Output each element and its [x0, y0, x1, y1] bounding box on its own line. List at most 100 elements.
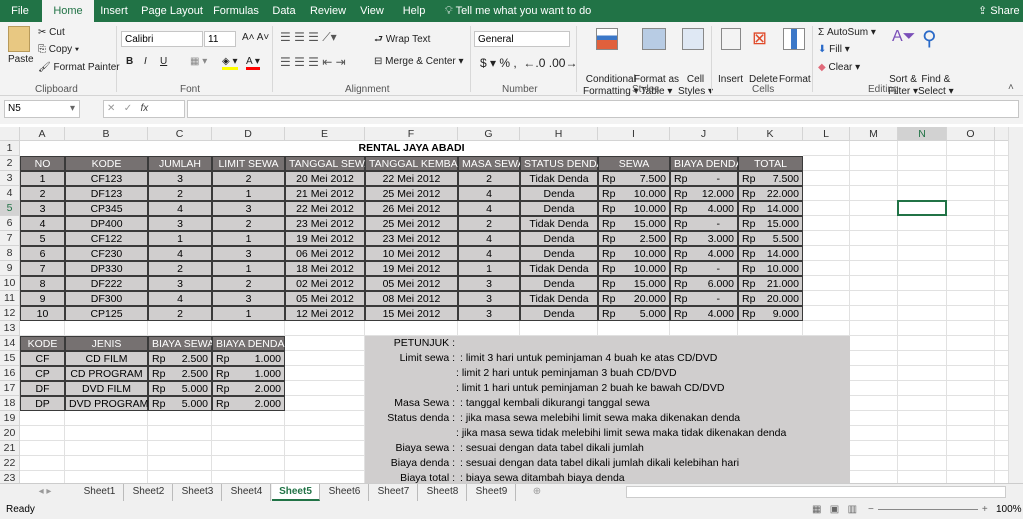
main-cell[interactable]: 10 [20, 306, 65, 321]
row-header-8[interactable]: 8 [0, 246, 20, 261]
main-header-6[interactable]: MASA SEWA [458, 156, 525, 171]
main-cell[interactable]: Rp 20.000 [738, 291, 803, 306]
main-cell[interactable]: 06 Mei 2012 [285, 246, 365, 261]
main-cell[interactable]: CP125 [65, 306, 148, 321]
main-cell[interactable]: 8 [20, 276, 65, 291]
sheet-tab-sheet4[interactable]: Sheet4 [223, 484, 271, 501]
main-cell[interactable]: 5 [20, 231, 65, 246]
column-header-I[interactable]: I [598, 127, 670, 141]
main-cell[interactable]: Denda [520, 201, 598, 216]
row-header-21[interactable]: 21 [0, 441, 20, 456]
sheet-tab-sheet5[interactable]: Sheet5 [272, 484, 320, 501]
sheet-tab-sheet9[interactable]: Sheet9 [468, 484, 516, 501]
main-cell[interactable]: Rp 5.000 [598, 306, 670, 321]
main-cell[interactable]: Rp 6.000 [670, 276, 738, 291]
column-header-O[interactable]: O [947, 127, 995, 141]
row-header-12[interactable]: 12 [0, 306, 20, 321]
main-cell[interactable]: DF222 [65, 276, 148, 291]
font-size-grow-shrink[interactable]: A˄ A˅ [242, 32, 269, 43]
ref-cell[interactable]: Rp 1.000 [212, 366, 285, 381]
tab-file[interactable]: File [0, 0, 40, 22]
bold-button[interactable]: B [126, 56, 133, 67]
main-cell[interactable]: Rp - [670, 261, 738, 276]
column-header-C[interactable]: C [148, 127, 212, 141]
main-cell[interactable]: 12 Mei 2012 [285, 306, 365, 321]
main-cell[interactable]: Denda [520, 306, 598, 321]
main-header-7[interactable]: STATUS DENDA [520, 156, 604, 171]
main-cell[interactable]: CP345 [65, 201, 148, 216]
main-cell[interactable]: 2 [20, 186, 65, 201]
row-header-10[interactable]: 10 [0, 276, 20, 291]
main-cell[interactable]: 25 Mei 2012 [365, 216, 458, 231]
main-cell[interactable]: Rp 4.000 [670, 246, 738, 261]
ref-header-0[interactable]: KODE [20, 336, 65, 351]
main-cell[interactable]: Rp 20.000 [598, 291, 670, 306]
row-header-7[interactable]: 7 [0, 231, 20, 246]
main-cell[interactable]: 2 [458, 216, 520, 231]
main-cell[interactable]: 2 [148, 261, 212, 276]
add-sheet-button[interactable]: ⊕ [527, 484, 547, 501]
main-cell[interactable]: 4 [148, 201, 212, 216]
main-cell[interactable]: Rp 9.000 [738, 306, 803, 321]
row-header-20[interactable]: 20 [0, 426, 20, 441]
zoom-slider[interactable]: − + [868, 501, 988, 519]
main-cell[interactable]: Rp 7.500 [598, 171, 670, 186]
main-cell[interactable]: 2 [212, 276, 285, 291]
column-header-J[interactable]: J [670, 127, 738, 141]
format-painter-button[interactable]: 🖌︎ Format Painter [38, 62, 120, 73]
number-format-select[interactable]: General [474, 31, 570, 47]
ref-cell[interactable]: CD PROGRAM [65, 366, 148, 381]
main-cell[interactable]: 02 Mei 2012 [285, 276, 365, 291]
column-header-H[interactable]: H [520, 127, 598, 141]
number-format-buttons[interactable]: $ ▾ % , ←.0 .00→ [480, 56, 577, 70]
ref-cell[interactable]: Rp 1.000 [212, 351, 285, 366]
ref-cell[interactable]: Rp 2.500 [148, 351, 212, 366]
main-cell[interactable]: Rp 14.000 [738, 246, 803, 261]
paste-icon[interactable] [8, 26, 30, 52]
merge-center-button[interactable]: ⊟ Merge & Center ▾ [374, 56, 464, 67]
main-cell[interactable]: Rp 4.000 [670, 306, 738, 321]
main-cell[interactable]: 19 Mei 2012 [365, 261, 458, 276]
main-cell[interactable]: 08 Mei 2012 [365, 291, 458, 306]
enter-icon[interactable]: ✓ [124, 103, 132, 114]
main-cell[interactable]: 25 Mei 2012 [365, 186, 458, 201]
zoom-level[interactable]: 100% [996, 501, 1022, 519]
main-cell[interactable]: CF122 [65, 231, 148, 246]
ref-cell[interactable]: Rp 2.000 [212, 381, 285, 396]
main-header-4[interactable]: TANGGAL SEWA [285, 156, 371, 171]
tab-data[interactable]: Data [266, 0, 302, 22]
formula-input[interactable] [187, 100, 1019, 118]
main-header-3[interactable]: LIMIT SEWA [212, 156, 285, 171]
main-cell[interactable]: DF123 [65, 186, 148, 201]
main-cell[interactable]: Tidak Denda [520, 216, 598, 231]
horizontal-scrollbar[interactable] [626, 486, 1006, 498]
main-cell[interactable]: 1 [212, 261, 285, 276]
copy-button[interactable]: ⎘ Copy ▾ [38, 44, 79, 55]
main-cell[interactable]: Rp 10.000 [738, 261, 803, 276]
main-cell[interactable]: Rp 10.000 [598, 201, 670, 216]
ref-cell[interactable]: CP [20, 366, 65, 381]
main-cell[interactable]: Rp 15.000 [598, 276, 670, 291]
main-cell[interactable]: Rp 10.000 [598, 246, 670, 261]
ref-cell[interactable]: DVD FILM [65, 381, 148, 396]
main-cell[interactable]: 4 [458, 186, 520, 201]
column-header-A[interactable]: A [20, 127, 65, 141]
main-cell[interactable]: 1 [212, 306, 285, 321]
row-header-2[interactable]: 2 [0, 156, 20, 171]
clear-button[interactable]: ◆ Clear ▾ [818, 62, 860, 73]
tab-review[interactable]: Review [304, 0, 352, 22]
sheet-tab-sheet6[interactable]: Sheet6 [321, 484, 369, 501]
main-cell[interactable]: Rp 15.000 [598, 216, 670, 231]
column-header-G[interactable]: G [458, 127, 520, 141]
wrap-text-button[interactable]: ⮐ Wrap Text [374, 32, 430, 49]
row-header-19[interactable]: 19 [0, 411, 20, 426]
main-cell[interactable]: Denda [520, 276, 598, 291]
main-cell[interactable]: 3 [20, 201, 65, 216]
ref-cell[interactable]: Rp 2.000 [212, 396, 285, 411]
main-cell[interactable]: DP330 [65, 261, 148, 276]
tab-page-layout[interactable]: Page Layout [136, 0, 208, 22]
column-header-B[interactable]: B [65, 127, 148, 141]
main-cell[interactable]: 21 Mei 2012 [285, 186, 365, 201]
main-cell[interactable]: Rp 10.000 [598, 186, 670, 201]
column-header-M[interactable]: M [850, 127, 898, 141]
